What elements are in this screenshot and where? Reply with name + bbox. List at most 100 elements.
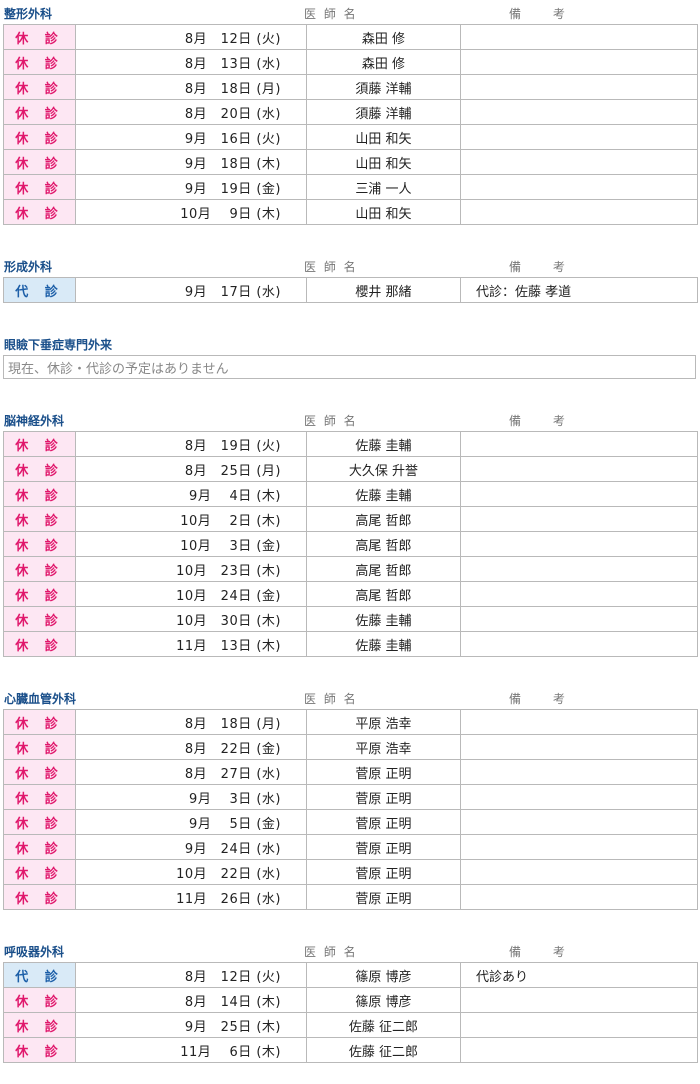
doctor-cell: 平原 浩幸 bbox=[306, 709, 461, 735]
note-cell bbox=[460, 581, 698, 607]
table-row: 休 診 10月 23日 (木) 高尾 哲郎 bbox=[3, 556, 698, 582]
table-row: 休 診 11月 6日 (木) 佐藤 征二郎 bbox=[3, 1037, 698, 1063]
section-header: 脳神経外科 医 師 名 備 考 bbox=[3, 409, 698, 431]
note-cell bbox=[460, 809, 698, 835]
date-cell: 8月 27日 (水) bbox=[75, 759, 307, 785]
date-cell: 10月 9日 (木) bbox=[75, 199, 307, 225]
date-cell: 9月 16日 (火) bbox=[75, 124, 307, 150]
date-cell: 8月 12日 (火) bbox=[75, 24, 307, 50]
status-badge: 休 診 bbox=[3, 581, 76, 607]
date-cell: 8月 14日 (木) bbox=[75, 987, 307, 1013]
status-badge: 代 診 bbox=[3, 277, 76, 303]
table-row: 休 診 11月 26日 (水) 菅原 正明 bbox=[3, 884, 698, 910]
note-cell bbox=[460, 431, 698, 457]
date-cell: 10月 22日 (水) bbox=[75, 859, 307, 885]
date-cell: 8月 22日 (金) bbox=[75, 734, 307, 760]
table-row: 代 診 8月 12日 (火) 篠原 博彦 代診あり bbox=[3, 962, 698, 988]
note-cell bbox=[460, 631, 698, 657]
table-row: 休 診 8月 18日 (月) 平原 浩幸 bbox=[3, 709, 698, 735]
notes-column-header: 備 考 bbox=[509, 6, 579, 21]
doctor-cell: 篠原 博彦 bbox=[306, 962, 461, 988]
status-badge: 代 診 bbox=[3, 962, 76, 988]
notes-column-header: 備 考 bbox=[509, 691, 579, 706]
status-badge: 休 診 bbox=[3, 74, 76, 100]
notes-column-header: 備 考 bbox=[509, 259, 579, 274]
table-row: 休 診 11月 13日 (木) 佐藤 圭輔 bbox=[3, 631, 698, 657]
table-row: 休 診 9月 24日 (水) 菅原 正明 bbox=[3, 834, 698, 860]
section-header: 整形外科 医 師 名 備 考 bbox=[3, 2, 698, 24]
doctor-column-header: 医 師 名 bbox=[304, 6, 358, 21]
table-row: 休 診 8月 20日 (水) 須藤 洋輔 bbox=[3, 99, 698, 125]
note-cell bbox=[460, 456, 698, 482]
department-title: 脳神経外科 bbox=[4, 413, 65, 428]
doctor-column-header: 医 師 名 bbox=[304, 944, 358, 959]
schedule-page: 整形外科医 師 名備 考休 診 8月 12日 (火) 森田 修休 診 8月 13日 (… bbox=[0, 2, 700, 1063]
date-cell: 10月 23日 (木) bbox=[75, 556, 307, 582]
date-cell: 10月 30日 (木) bbox=[75, 606, 307, 632]
status-badge: 休 診 bbox=[3, 709, 76, 735]
doctor-cell: 菅原 正明 bbox=[306, 759, 461, 785]
department-section: 形成外科 医 師 名 備 考代 診 9月 17日 (水) 櫻井 那緒 代診：佐藤 孝道 bbox=[3, 255, 698, 303]
status-badge: 休 診 bbox=[3, 556, 76, 582]
table-row: 休 診 9月 5日 (金) 菅原 正明 bbox=[3, 809, 698, 835]
table-row: 休 診 8月 19日 (火) 佐藤 圭輔 bbox=[3, 431, 698, 457]
status-badge: 休 診 bbox=[3, 149, 76, 175]
doctor-cell: 須藤 洋輔 bbox=[306, 74, 461, 100]
date-cell: 8月 18日 (月) bbox=[75, 74, 307, 100]
department-section: 呼吸器外科医 師 名備 考代 診 8月 12日 (火) 篠原 博彦 代診あり休 診 8月… bbox=[3, 940, 698, 1063]
date-cell: 9月 17日 (水) bbox=[75, 277, 307, 303]
table-row: 休 診 8月 18日 (月) 須藤 洋輔 bbox=[3, 74, 698, 100]
department-section: 眼瞼下垂症専門外来 現在、休診・代診の予定はありません bbox=[3, 333, 698, 379]
doctor-cell: 篠原 博彦 bbox=[306, 987, 461, 1013]
doctor-column-header: 医 師 名 bbox=[304, 691, 358, 706]
department-title: 形成外科 bbox=[4, 259, 53, 274]
doctor-cell: 菅原 正明 bbox=[306, 834, 461, 860]
schedule-table: 休 診 8月 12日 (火) 森田 修休 診 8月 13日 (水) 森田 修休 診 8月 … bbox=[3, 24, 698, 225]
doctor-cell: 菅原 正明 bbox=[306, 809, 461, 835]
doctor-cell: 山田 和矢 bbox=[306, 199, 461, 225]
note-cell bbox=[460, 49, 698, 75]
date-cell: 11月 13日 (木) bbox=[75, 631, 307, 657]
note-cell bbox=[460, 24, 698, 50]
doctor-cell: 佐藤 征二郎 bbox=[306, 1037, 461, 1063]
doctor-cell: 佐藤 圭輔 bbox=[306, 631, 461, 657]
date-cell: 9月 18日 (木) bbox=[75, 149, 307, 175]
doctor-cell: 高尾 哲郎 bbox=[306, 531, 461, 557]
doctor-cell: 佐藤 圭輔 bbox=[306, 431, 461, 457]
table-row: 休 診 8月 13日 (水) 森田 修 bbox=[3, 49, 698, 75]
table-row: 休 診 10月 9日 (木) 山田 和矢 bbox=[3, 199, 698, 225]
date-cell: 10月 2日 (木) bbox=[75, 506, 307, 532]
status-badge: 休 診 bbox=[3, 199, 76, 225]
status-badge: 休 診 bbox=[3, 784, 76, 810]
status-badge: 休 診 bbox=[3, 859, 76, 885]
doctor-cell: 佐藤 征二郎 bbox=[306, 1012, 461, 1038]
doctor-cell: 大久保 升誉 bbox=[306, 456, 461, 482]
table-row: 休 診 9月 4日 (木) 佐藤 圭輔 bbox=[3, 481, 698, 507]
department-title: 眼瞼下垂症専門外来 bbox=[4, 337, 113, 352]
note-cell bbox=[460, 174, 698, 200]
date-cell: 8月 12日 (火) bbox=[75, 962, 307, 988]
table-row: 休 診 8月 14日 (木) 篠原 博彦 bbox=[3, 987, 698, 1013]
note-cell bbox=[460, 784, 698, 810]
table-row: 休 診 10月 22日 (水) 菅原 正明 bbox=[3, 859, 698, 885]
doctor-cell: 三浦 一人 bbox=[306, 174, 461, 200]
department-title: 呼吸器外科 bbox=[4, 944, 65, 959]
department-title: 心臓血管外科 bbox=[4, 691, 77, 706]
doctor-cell: 平原 浩幸 bbox=[306, 734, 461, 760]
date-cell: 10月 24日 (金) bbox=[75, 581, 307, 607]
date-cell: 11月 6日 (木) bbox=[75, 1037, 307, 1063]
doctor-cell: 高尾 哲郎 bbox=[306, 506, 461, 532]
doctor-cell: 山田 和矢 bbox=[306, 124, 461, 150]
table-row: 休 診 8月 22日 (金) 平原 浩幸 bbox=[3, 734, 698, 760]
status-badge: 休 診 bbox=[3, 481, 76, 507]
section-header: 呼吸器外科 医 師 名 備 考 bbox=[3, 940, 698, 962]
doctor-cell: 高尾 哲郎 bbox=[306, 581, 461, 607]
table-row: 休 診 10月 24日 (金) 高尾 哲郎 bbox=[3, 581, 698, 607]
doctor-cell: 菅原 正明 bbox=[306, 884, 461, 910]
doctor-cell: 菅原 正明 bbox=[306, 784, 461, 810]
status-badge: 休 診 bbox=[3, 734, 76, 760]
status-badge: 休 診 bbox=[3, 1012, 76, 1038]
date-cell: 8月 20日 (水) bbox=[75, 99, 307, 125]
note-cell bbox=[460, 884, 698, 910]
